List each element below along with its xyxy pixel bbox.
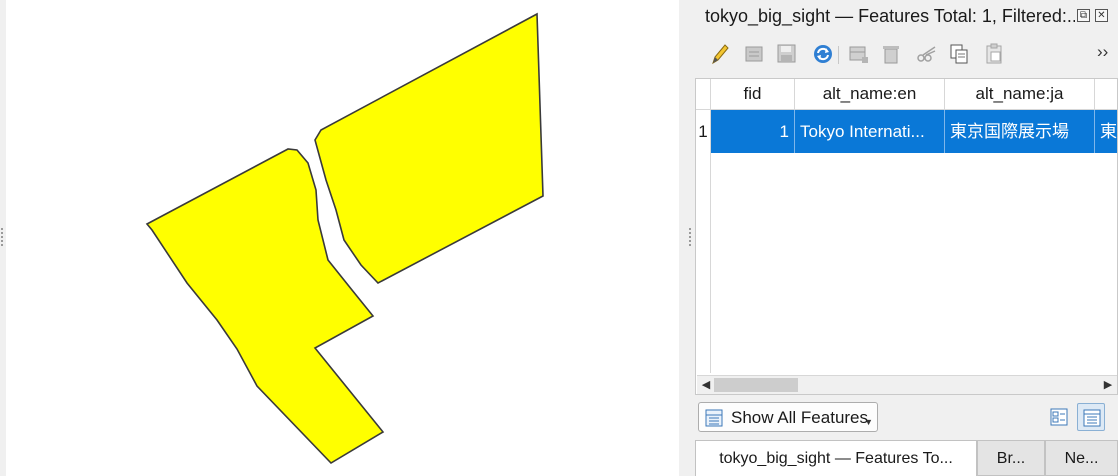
scroll-right-arrow-icon[interactable]: ▶ — [1101, 378, 1115, 392]
paste-button[interactable] — [981, 40, 1009, 68]
cut-button[interactable] — [913, 40, 941, 68]
dock-tab-bar: tokyo_big_sight — Features To... Br... N… — [695, 440, 1118, 476]
paste-icon — [986, 43, 1002, 64]
delete-feature-icon — [883, 46, 899, 64]
form-view-button[interactable] — [1045, 403, 1073, 431]
map-features-layer — [145, 12, 544, 465]
panel-title: tokyo_big_sight — Features Total: 1, Fil… — [705, 6, 1075, 26]
row-header-column — [696, 153, 711, 373]
toggle-editing-button[interactable] — [705, 40, 733, 68]
cell-alt-name-ja[interactable]: 東京国際展示場 — [945, 110, 1095, 153]
attribute-toolbar: ›› — [701, 38, 1118, 72]
float-panel-button[interactable]: ⧉ — [1077, 9, 1090, 22]
add-feature-icon — [849, 46, 868, 63]
copy-icon — [950, 44, 968, 64]
table-filter-icon — [705, 409, 723, 427]
row-number[interactable]: 1 — [696, 110, 711, 153]
table-view-button[interactable] — [1077, 403, 1105, 431]
close-panel-button[interactable]: ✕ — [1095, 9, 1108, 22]
cell-fid[interactable]: 1 — [711, 110, 795, 153]
scroll-left-arrow-icon[interactable]: ◀ — [699, 378, 713, 392]
table-row[interactable]: 1 1 Tokyo Internati... 東京国際展示場 東 — [696, 110, 1117, 153]
column-header-row: fid alt_name:en alt_name:ja — [696, 79, 1117, 110]
multi-edit-icon — [745, 46, 763, 62]
table-corner[interactable] — [696, 79, 711, 109]
filter-label: Show All Features — [731, 408, 869, 427]
column-header-fid[interactable]: fid — [711, 79, 795, 109]
add-feature-button[interactable] — [845, 40, 873, 68]
reload-icon — [814, 45, 832, 63]
feature-filter-dropdown[interactable]: Show All Features ▼ — [698, 402, 878, 432]
form-view-icon — [1050, 408, 1068, 426]
close-icon: ✕ — [1097, 10, 1106, 21]
tab-ne[interactable]: Ne... — [1045, 440, 1118, 476]
panel-splitter[interactable] — [679, 0, 695, 476]
attribute-table: fid alt_name:en alt_name:ja 1 1 Tokyo In… — [695, 78, 1118, 395]
column-header-alt-name-ja[interactable]: alt_name:ja — [945, 79, 1095, 109]
map-canvas[interactable] — [6, 0, 679, 476]
toolbar-overflow-button[interactable]: ›› — [1097, 42, 1108, 62]
pencil-icon — [712, 44, 729, 65]
column-header-alt-name-en[interactable]: alt_name:en — [795, 79, 945, 109]
scroll-thumb[interactable] — [714, 378, 798, 392]
copy-button[interactable] — [945, 40, 973, 68]
feature-polygon-north[interactable] — [314, 12, 544, 284]
horizontal-scrollbar[interactable]: ◀ ▶ — [697, 375, 1117, 394]
attribute-table-panel: tokyo_big_sight — Features Total: 1, Fil… — [695, 0, 1118, 476]
delete-feature-button[interactable] — [877, 40, 905, 68]
cell-next-column[interactable]: 東 — [1095, 110, 1117, 153]
chevron-down-icon: ▼ — [864, 417, 873, 427]
multi-edit-button[interactable] — [741, 40, 769, 68]
save-edits-button[interactable] — [773, 40, 801, 68]
tab-attribute-table[interactable]: tokyo_big_sight — Features To... — [695, 440, 977, 476]
table-view-icon — [1083, 409, 1101, 427]
cell-alt-name-en[interactable]: Tokyo Internati... — [795, 110, 945, 153]
float-icon: ⧉ — [1079, 10, 1088, 21]
save-edits-icon — [777, 44, 796, 63]
tab-browser[interactable]: Br... — [977, 440, 1045, 476]
cut-icon — [917, 46, 936, 62]
reload-button[interactable] — [809, 40, 837, 68]
column-header-next[interactable] — [1095, 79, 1117, 109]
